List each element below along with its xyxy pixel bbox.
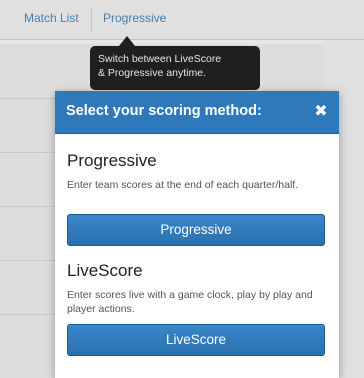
- tooltip-arrow: [119, 36, 135, 46]
- modal-title: Select your scoring method:: [66, 103, 262, 119]
- progressive-button[interactable]: Progressive: [67, 214, 325, 246]
- livescore-title: LiveScore: [67, 261, 143, 280]
- close-icon[interactable]: ✖: [311, 101, 331, 121]
- progressive-option: Progressive Enter team scores at the end…: [67, 151, 325, 246]
- progressive-description: Enter team scores at the end of each qua…: [67, 179, 299, 191]
- progressive-title: Progressive: [67, 151, 157, 170]
- scoring-method-modal: Select your scoring method: ✖ Progressiv…: [55, 91, 339, 378]
- livescore-option: LiveScore Enter scores live with a game …: [67, 261, 325, 356]
- livescore-button[interactable]: LiveScore: [67, 324, 325, 356]
- modal-header: Select your scoring method: ✖: [55, 91, 339, 134]
- tooltip-line: & Progressive anytime.: [98, 67, 206, 79]
- tooltip-line: Switch between LiveScore: [98, 53, 222, 65]
- switch-tooltip: Switch between LiveScore & Progressive a…: [90, 46, 260, 90]
- livescore-description: Enter scores live with a game clock, pla…: [67, 289, 313, 315]
